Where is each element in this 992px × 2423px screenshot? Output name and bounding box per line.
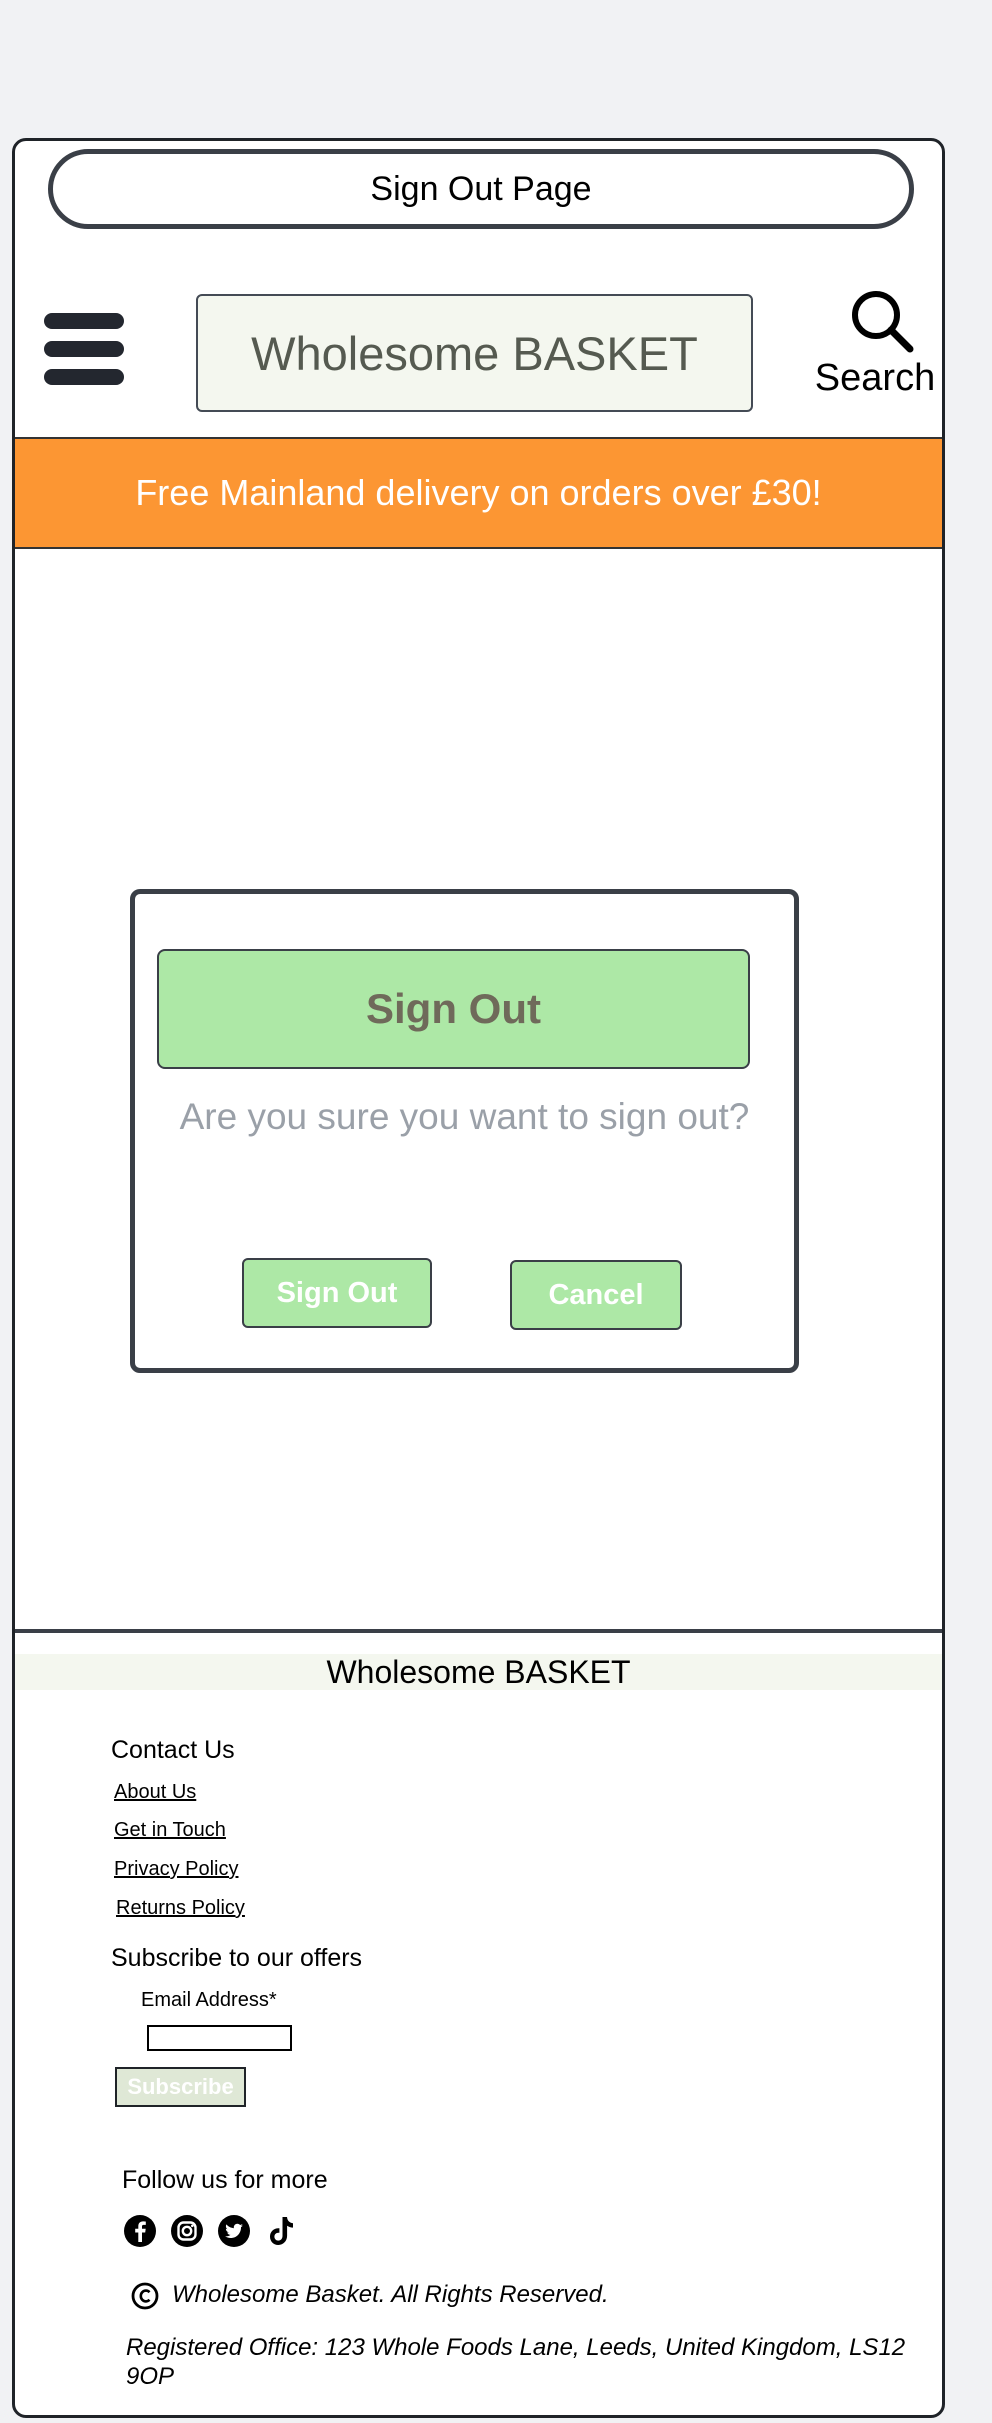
dialog-title: Sign Out xyxy=(157,949,750,1069)
registered-office: Registered Office: 123 Whole Foods Lane,… xyxy=(126,2334,906,2390)
hamburger-icon[interactable] xyxy=(44,313,124,385)
instagram-icon[interactable] xyxy=(170,2214,204,2248)
footer-divider xyxy=(15,1629,942,1633)
subscribe-heading: Subscribe to our offers xyxy=(111,1944,363,1972)
contact-heading: Contact Us xyxy=(111,1736,235,1764)
footer-link-returns[interactable]: Returns Policy xyxy=(116,1897,245,1920)
footer-link-about[interactable]: About Us xyxy=(114,1781,196,1804)
email-field[interactable] xyxy=(147,2025,292,2051)
facebook-icon[interactable] xyxy=(123,2214,157,2248)
subscribe-button[interactable]: Subscribe xyxy=(115,2067,246,2107)
footer-link-privacy[interactable]: Privacy Policy xyxy=(114,1858,238,1881)
search-button[interactable]: Search xyxy=(810,289,940,409)
magnifier-icon xyxy=(852,291,914,353)
site-logo[interactable]: Wholesome BASKET xyxy=(196,294,753,412)
email-label: Email Address* xyxy=(141,1989,277,2011)
tiktok-icon[interactable] xyxy=(264,2214,298,2248)
cancel-button[interactable]: Cancel xyxy=(510,1260,682,1330)
page-title: Sign Out Page xyxy=(48,149,914,229)
rights-text: Wholesome Basket. All Rights Reserved. xyxy=(172,2281,609,2308)
footer-link-contact[interactable]: Get in Touch xyxy=(114,1819,226,1842)
page-frame: Sign Out Page Wholesome BASKET Search Fr… xyxy=(12,138,945,2418)
follow-heading: Follow us for more xyxy=(122,2166,328,2194)
footer-brand: Wholesome BASKET xyxy=(15,1654,942,1690)
delivery-banner: Free Mainland delivery on orders over £3… xyxy=(15,437,942,549)
confirm-sign-out-button[interactable]: Sign Out xyxy=(242,1258,432,1328)
search-label: Search xyxy=(814,357,936,399)
sign-out-dialog: Sign Out Are you sure you want to sign o… xyxy=(130,889,799,1373)
twitter-icon[interactable] xyxy=(217,2214,251,2248)
copyright-icon xyxy=(131,2282,159,2310)
dialog-message: Are you sure you want to sign out? xyxy=(179,1096,750,1137)
